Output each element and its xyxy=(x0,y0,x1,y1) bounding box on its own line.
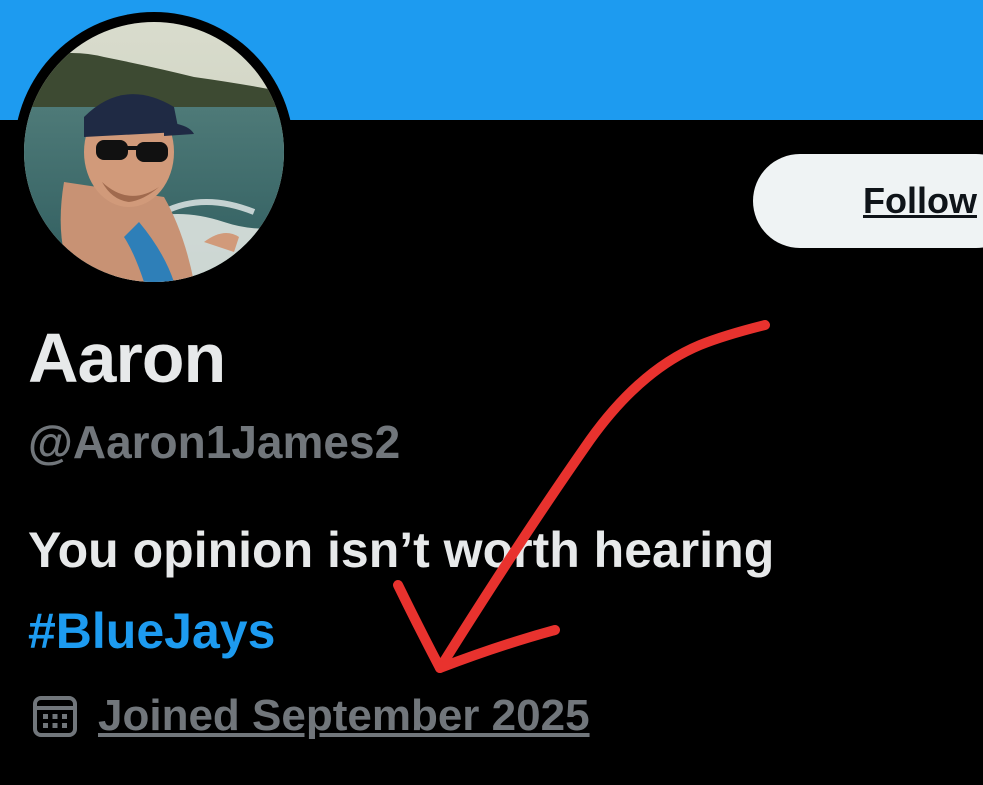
avatar-ring xyxy=(14,12,294,292)
calendar-icon xyxy=(33,696,77,737)
profile-page: Follow Aaron @Aaron1James2 You opinion i… xyxy=(0,0,983,785)
avatar[interactable] xyxy=(24,22,284,282)
joined-date[interactable]: Joined September 2025 xyxy=(98,688,590,744)
bio-text: You opinion isn’t worth hearing xyxy=(28,522,775,578)
user-handle: @Aaron1James2 xyxy=(28,416,401,468)
display-name: Aaron xyxy=(28,319,226,397)
hashtag-link[interactable]: #BlueJays xyxy=(28,600,275,662)
profile-photo-icon xyxy=(24,22,284,282)
joined-date-row: Joined September 2025 xyxy=(32,688,590,744)
follow-button[interactable]: Follow xyxy=(753,154,983,248)
